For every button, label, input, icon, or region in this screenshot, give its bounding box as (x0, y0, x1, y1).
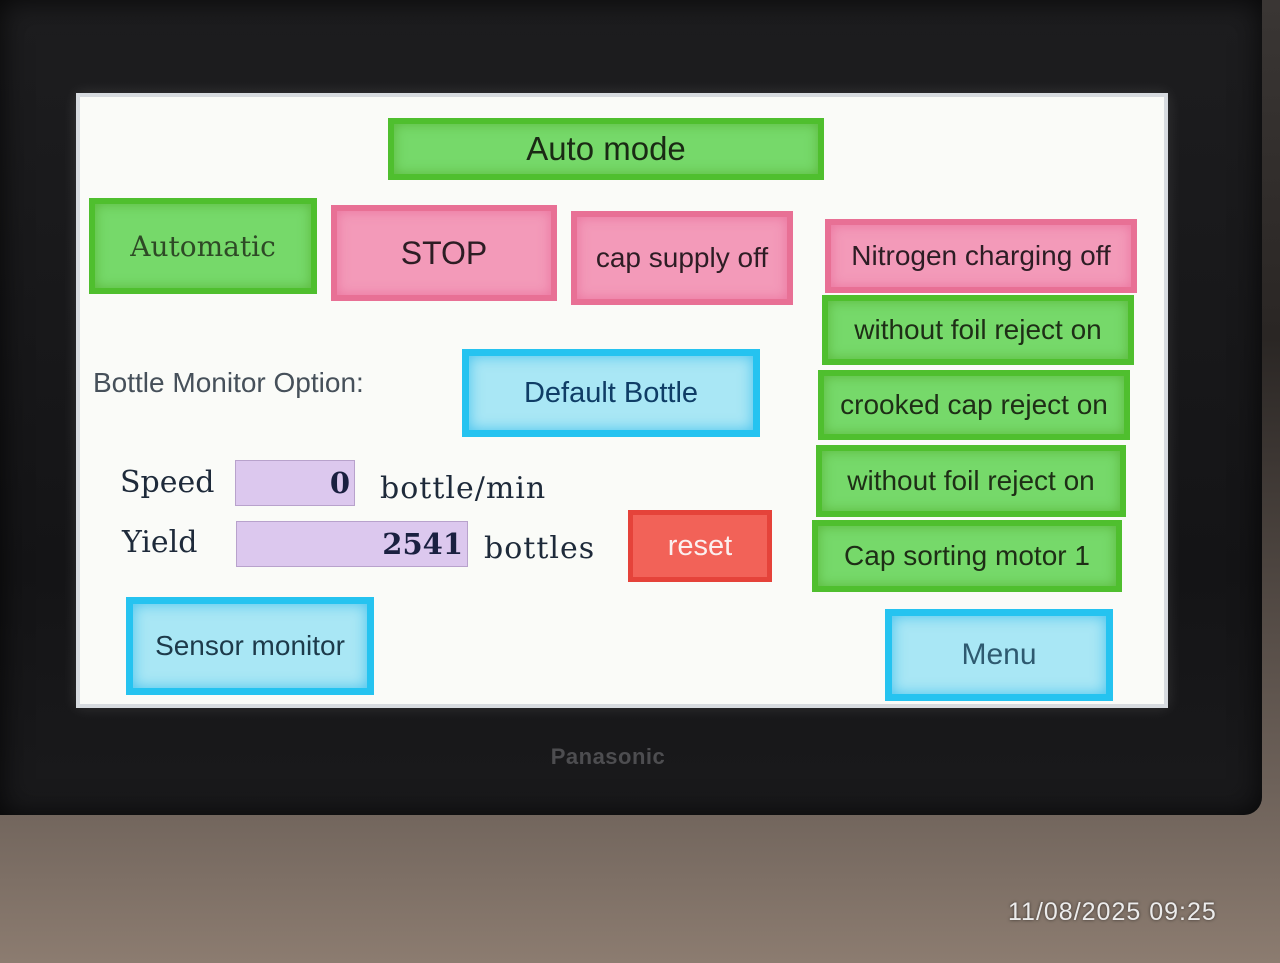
automatic-button[interactable]: Automatic (89, 198, 317, 294)
reset-button[interactable]: reset (628, 510, 772, 582)
menu-button[interactable]: Menu (885, 609, 1113, 701)
speed-unit: bottle/min (380, 471, 547, 506)
sensor-monitor-button[interactable]: Sensor monitor (126, 597, 374, 695)
foil-reject-button-2[interactable]: without foil reject on (816, 445, 1126, 517)
cap-sorting-motor-button[interactable]: Cap sorting motor 1 (812, 520, 1122, 592)
speed-value: 0 (235, 460, 355, 506)
stop-button[interactable]: STOP (331, 205, 557, 301)
yield-label: Yield (122, 525, 198, 560)
bottle-monitor-label: Bottle Monitor Option: (93, 367, 364, 398)
cap-supply-button[interactable]: cap supply off (571, 211, 793, 305)
hmi-screen: Auto mode Automatic STOP cap supply off … (76, 93, 1168, 708)
yield-unit: bottles (484, 531, 596, 566)
nitrogen-charging-button[interactable]: Nitrogen charging off (825, 219, 1137, 293)
panasonic-logo: Panasonic (550, 744, 666, 769)
yield-value: 2541 (236, 521, 468, 567)
foil-reject-button-1[interactable]: without foil reject on (822, 295, 1134, 365)
photo-timestamp: 11/08/2025 09:25 (1008, 898, 1217, 926)
auto-mode-banner: Auto mode (388, 118, 824, 180)
speed-label: Speed (120, 465, 215, 500)
crooked-cap-reject-button[interactable]: crooked cap reject on (818, 370, 1130, 440)
default-bottle-button[interactable]: Default Bottle (462, 349, 760, 437)
